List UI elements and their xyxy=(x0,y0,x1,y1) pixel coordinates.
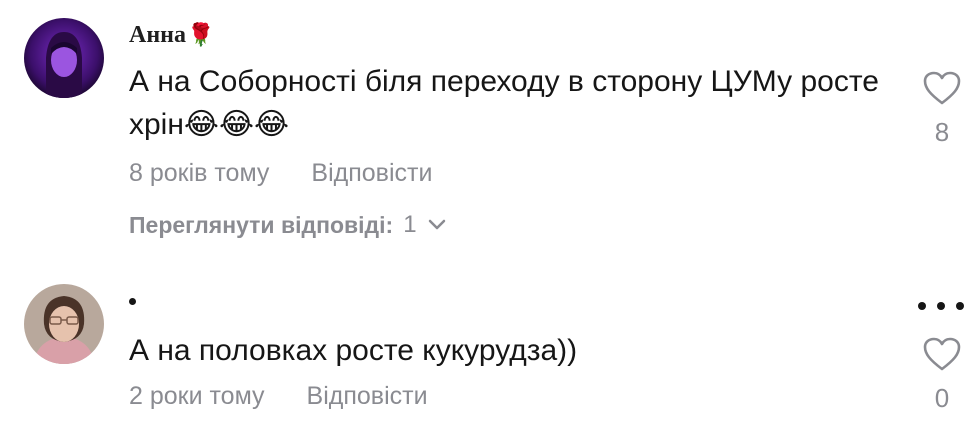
rose-emoji: 🌹 xyxy=(187,22,215,47)
comment-item: Анна🌹 А на Соборності біля переходу в ст… xyxy=(0,0,968,260)
heart-outline-icon xyxy=(923,337,961,371)
comment-timestamp: 2 роки тому xyxy=(129,382,265,410)
more-dot xyxy=(937,302,945,310)
avatar[interactable] xyxy=(24,284,104,364)
comment-author[interactable]: Анна🌹 xyxy=(129,22,214,49)
comment-item: • А на половках росте кукурудза)) 2 роки… xyxy=(0,270,968,432)
comment-meta: 2 роки тому Відповісти xyxy=(129,382,428,411)
chevron-down-icon xyxy=(428,219,445,230)
comment-meta: 8 років тому Відповісти xyxy=(129,159,432,188)
comment-text: А на Соборності біля переходу в сторону … xyxy=(129,65,879,141)
avatar[interactable] xyxy=(24,18,104,98)
like-button[interactable]: 0 xyxy=(918,336,966,414)
comment-timestamp: 8 років тому xyxy=(129,159,270,187)
replies-count: 1 xyxy=(403,211,417,238)
author-name: Анна xyxy=(129,22,186,48)
like-count: 0 xyxy=(934,383,950,413)
heart-outline-icon xyxy=(923,71,961,105)
view-replies-label: Переглянути відповіді: xyxy=(129,211,394,238)
more-dot xyxy=(956,302,964,310)
more-horizontal-icon xyxy=(918,302,926,310)
author-dot[interactable] xyxy=(129,298,136,305)
like-button[interactable]: 8 xyxy=(918,70,966,148)
comment-text: А на половках росте кукурудза)) xyxy=(129,334,578,367)
view-replies-button[interactable]: Переглянути відповіді: 1 xyxy=(129,211,447,239)
like-count: 8 xyxy=(934,117,950,147)
reply-button[interactable]: Відповісти xyxy=(311,159,432,188)
reply-button[interactable]: Відповісти xyxy=(307,382,428,411)
more-options-button[interactable] xyxy=(918,300,964,312)
